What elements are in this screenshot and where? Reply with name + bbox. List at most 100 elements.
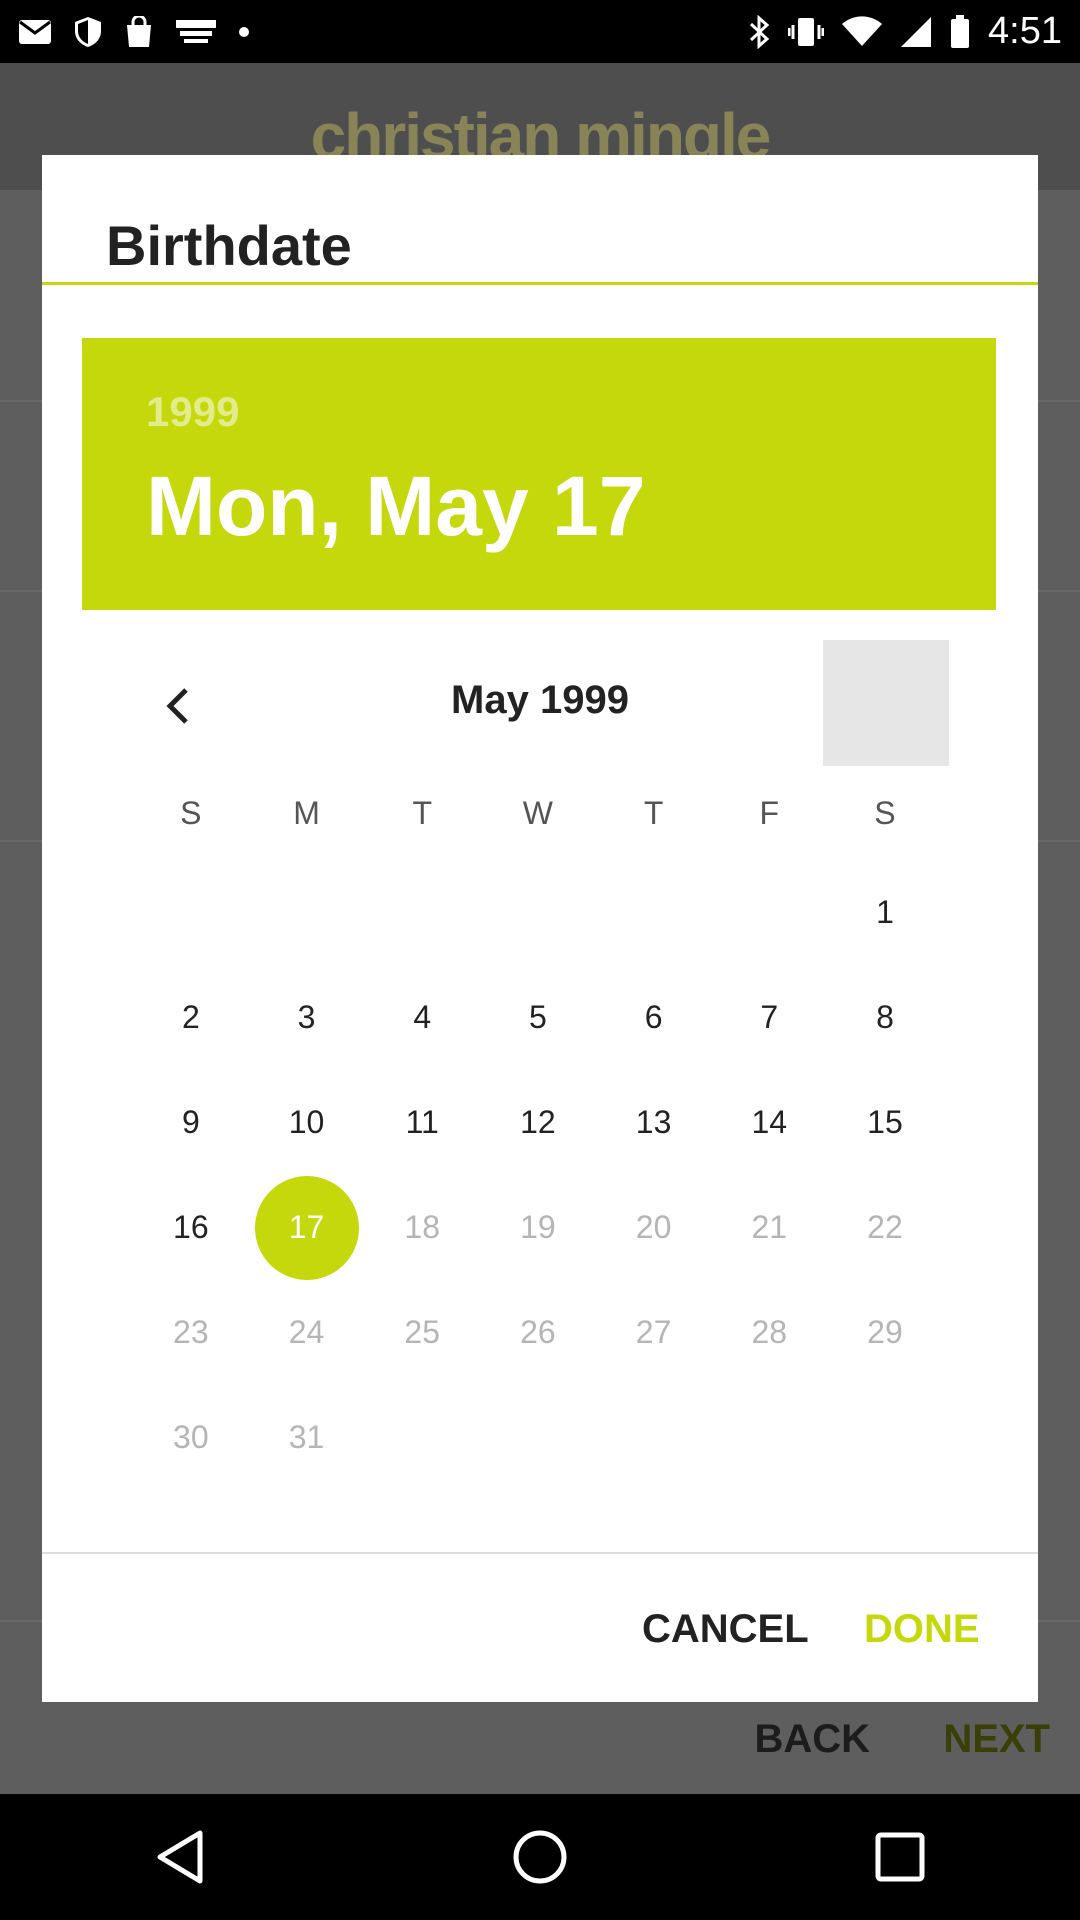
calendar-empty-cell <box>133 860 249 965</box>
done-button[interactable]: DONE <box>864 1607 980 1652</box>
nav-back-button[interactable] <box>140 1817 220 1897</box>
weekday-label: W <box>522 795 553 831</box>
calendar-empty-cell <box>364 1385 480 1490</box>
dialog-title: Birthdate <box>106 214 352 277</box>
weekday-label: S <box>180 795 202 831</box>
cancel-button[interactable]: CANCEL <box>642 1607 809 1652</box>
calendar-day[interactable]: 6 <box>596 965 712 1070</box>
weekday-header: SMTWTFS <box>133 795 943 832</box>
calendar-day[interactable]: 9 <box>133 1070 249 1175</box>
title-divider <box>42 282 1038 285</box>
calendar-empty-cell <box>596 1385 712 1490</box>
calendar-day-number: 22 <box>867 1209 903 1245</box>
calendar-day[interactable]: 7 <box>711 965 827 1070</box>
calendar-day[interactable]: 1 <box>827 860 943 965</box>
calendar-week-row: 23 24 25 26 27 28 29 <box>133 1280 943 1385</box>
calendar-day-selected[interactable]: 17 <box>249 1175 365 1280</box>
nav-recents-button[interactable] <box>860 1817 940 1897</box>
calendar-day-number: 15 <box>867 1104 903 1140</box>
wifi-icon <box>842 15 883 48</box>
calendar-day[interactable]: 5 <box>480 965 596 1070</box>
weekday-label: F <box>759 795 780 831</box>
status-bar: 4:51 <box>0 0 1080 63</box>
calendar-week-row: 30 31 <box>133 1385 943 1490</box>
calendar-grid: 1 2 3 4 5 6 7 8 9 10 11 12 13 14 15 16 17 18 19 20 21 22 23 24 2… <box>133 860 943 1490</box>
calendar-day[interactable]: 16 <box>133 1175 249 1280</box>
calendar-day-number: 4 <box>413 999 432 1035</box>
calendar-day-number: 1 <box>876 894 894 930</box>
nav-home-button[interactable] <box>500 1817 580 1897</box>
next-month-button[interactable] <box>823 640 949 766</box>
signal-icon <box>900 16 932 48</box>
calendar-day[interactable]: 3 <box>249 965 365 1070</box>
calendar-empty-cell <box>364 860 480 965</box>
calendar-day: 20 <box>596 1175 712 1280</box>
calendar-empty-cell <box>827 1385 943 1490</box>
calendar-day[interactable]: 14 <box>711 1070 827 1175</box>
calendar-week-row: 9 10 11 12 13 14 15 <box>133 1070 943 1175</box>
home-circle-icon <box>513 1830 567 1884</box>
status-right-icons: 4:51 <box>748 10 1062 53</box>
weekday-label: M <box>293 795 320 831</box>
header-selected-date[interactable]: Mon, May 17 <box>146 458 645 555</box>
calendar-day: 19 <box>480 1175 596 1280</box>
weekday-label: S <box>874 795 896 831</box>
calendar-day-number: 25 <box>404 1314 441 1350</box>
calendar-day: 30 <box>133 1385 249 1490</box>
status-time: 4:51 <box>988 10 1062 52</box>
shield-icon <box>74 16 102 48</box>
calendar-day: 26 <box>480 1280 596 1385</box>
calendar-empty-cell <box>711 860 827 965</box>
calendar-day-number: 20 <box>635 1209 672 1245</box>
month-navigation: May 1999 <box>42 640 1038 766</box>
date-header: 1999 Mon, May 17 <box>82 338 996 610</box>
dot-icon <box>238 26 250 38</box>
calendar-day-number: 23 <box>173 1314 209 1350</box>
calendar-day-number: 13 <box>635 1104 672 1140</box>
calendar-day-number: 26 <box>520 1314 556 1350</box>
calendar-day: 31 <box>249 1385 365 1490</box>
calendar-day-number: 24 <box>288 1314 325 1350</box>
calendar-day: 18 <box>364 1175 480 1280</box>
calendar-day[interactable]: 11 <box>364 1070 480 1175</box>
calendar-day[interactable]: 15 <box>827 1070 943 1175</box>
calendar-day[interactable]: 13 <box>596 1070 712 1175</box>
bluetooth-icon <box>748 14 770 49</box>
calendar-week-row: 16 17 18 19 20 21 22 <box>133 1175 943 1280</box>
battery-icon <box>950 14 970 49</box>
calendar-day-number: 12 <box>520 1104 556 1140</box>
calendar-day[interactable]: 12 <box>480 1070 596 1175</box>
calendar-day[interactable]: 8 <box>827 965 943 1070</box>
header-year[interactable]: 1999 <box>146 388 239 436</box>
calendar-day-number: 18 <box>404 1209 441 1245</box>
calendar-empty-cell <box>596 860 712 965</box>
espn-icon <box>176 18 216 46</box>
calendar-day: 24 <box>249 1280 365 1385</box>
back-button[interactable]: BACK <box>754 1717 870 1762</box>
system-nav-bar <box>0 1794 1080 1920</box>
calendar-day-number: 29 <box>867 1314 903 1350</box>
calendar-day: 25 <box>364 1280 480 1385</box>
weekday-label: T <box>412 795 432 831</box>
calendar-week-row: 1 <box>133 860 943 965</box>
action-divider <box>42 1552 1038 1554</box>
calendar-day-number: 30 <box>173 1419 209 1455</box>
next-button[interactable]: NEXT <box>943 1717 1050 1762</box>
calendar-empty-cell <box>480 1385 596 1490</box>
calendar-day-number: 5 <box>529 999 547 1035</box>
calendar-day-number: 28 <box>751 1314 788 1350</box>
calendar-day-number: 21 <box>751 1209 788 1245</box>
mail-icon <box>18 19 52 45</box>
calendar-day-number: 14 <box>751 1104 788 1140</box>
vibrate-icon <box>788 16 825 48</box>
calendar-empty-cell <box>711 1385 827 1490</box>
calendar-day-number: 31 <box>288 1419 325 1455</box>
calendar-week-row: 2 3 4 5 6 7 8 <box>133 965 943 1070</box>
calendar-day[interactable]: 2 <box>133 965 249 1070</box>
calendar-day[interactable]: 4 <box>364 965 480 1070</box>
back-triangle-icon <box>157 1830 203 1884</box>
calendar-day-number: 9 <box>181 1104 200 1140</box>
calendar-day-number: 7 <box>760 999 779 1035</box>
calendar-empty-cell <box>249 860 365 965</box>
calendar-day[interactable]: 10 <box>249 1070 365 1175</box>
